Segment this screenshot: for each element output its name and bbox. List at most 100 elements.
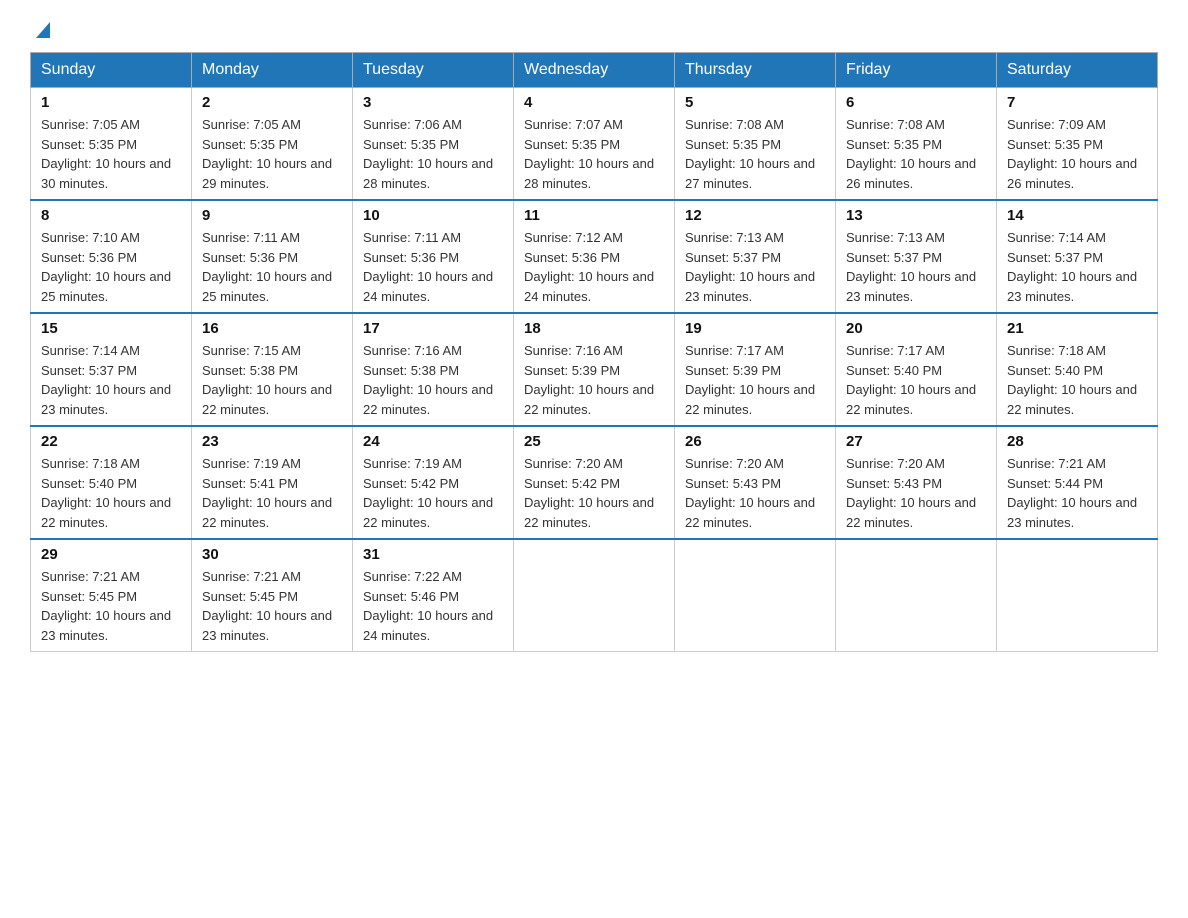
- calendar-day-cell: 1 Sunrise: 7:05 AMSunset: 5:35 PMDaylight…: [31, 88, 192, 201]
- calendar-week-row: 29 Sunrise: 7:21 AMSunset: 5:45 PMDayligh…: [31, 539, 1158, 652]
- calendar-day-cell: 23Sunrise: 7:19 AMSunset: 5:41 PMDayligh…: [192, 426, 353, 539]
- calendar-day-cell: 13 Sunrise: 7:13 AMSunset: 5:37 PMDayligh…: [836, 200, 997, 313]
- calendar-header-row: SundayMondayTuesdayWednesdayThursdayFrid…: [31, 53, 1158, 88]
- day-info: Sunrise: 7:18 AMSunset: 5:40 PMDaylight:…: [41, 454, 181, 532]
- column-header-wednesday: Wednesday: [514, 53, 675, 88]
- day-number: 21: [1007, 320, 1147, 337]
- column-header-thursday: Thursday: [675, 53, 836, 88]
- day-number: 14: [1007, 207, 1147, 224]
- calendar-day-cell: 6 Sunrise: 7:08 AMSunset: 5:35 PMDaylight…: [836, 88, 997, 201]
- calendar-day-cell: 3 Sunrise: 7:06 AMSunset: 5:35 PMDaylight…: [353, 88, 514, 201]
- day-info: Sunrise: 7:19 AMSunset: 5:41 PMDaylight:…: [202, 454, 342, 532]
- day-info: Sunrise: 7:09 AMSunset: 5:35 PMDaylight:…: [1007, 115, 1147, 193]
- day-number: 10: [363, 207, 503, 224]
- calendar-day-cell: 5 Sunrise: 7:08 AMSunset: 5:35 PMDaylight…: [675, 88, 836, 201]
- calendar-day-cell: 30 Sunrise: 7:21 AMSunset: 5:45 PMDayligh…: [192, 539, 353, 652]
- calendar-week-row: 1 Sunrise: 7:05 AMSunset: 5:35 PMDaylight…: [31, 88, 1158, 201]
- day-info: Sunrise: 7:21 AMSunset: 5:45 PMDaylight:…: [202, 567, 342, 645]
- day-number: 26: [685, 433, 825, 450]
- calendar-day-cell: 2 Sunrise: 7:05 AMSunset: 5:35 PMDaylight…: [192, 88, 353, 201]
- calendar-day-cell: 28 Sunrise: 7:21 AMSunset: 5:44 PMDayligh…: [997, 426, 1158, 539]
- day-number: 11: [524, 207, 664, 224]
- day-number: 28: [1007, 433, 1147, 450]
- day-info: Sunrise: 7:16 AMSunset: 5:38 PMDaylight:…: [363, 341, 503, 419]
- day-info: Sunrise: 7:06 AMSunset: 5:35 PMDaylight:…: [363, 115, 503, 193]
- calendar-day-cell: 21 Sunrise: 7:18 AMSunset: 5:40 PMDayligh…: [997, 313, 1158, 426]
- day-number: 24: [363, 433, 503, 450]
- calendar-day-cell: 25Sunrise: 7:20 AMSunset: 5:42 PMDayligh…: [514, 426, 675, 539]
- calendar-day-cell: 17 Sunrise: 7:16 AMSunset: 5:38 PMDayligh…: [353, 313, 514, 426]
- column-header-monday: Monday: [192, 53, 353, 88]
- calendar-day-cell: 16 Sunrise: 7:15 AMSunset: 5:38 PMDayligh…: [192, 313, 353, 426]
- calendar-day-cell: 8 Sunrise: 7:10 AMSunset: 5:36 PMDaylight…: [31, 200, 192, 313]
- calendar-day-cell: 10 Sunrise: 7:11 AMSunset: 5:36 PMDayligh…: [353, 200, 514, 313]
- day-number: 4: [524, 94, 664, 111]
- day-number: 8: [41, 207, 181, 224]
- column-header-saturday: Saturday: [997, 53, 1158, 88]
- day-number: 2: [202, 94, 342, 111]
- calendar-day-cell: 15 Sunrise: 7:14 AMSunset: 5:37 PMDayligh…: [31, 313, 192, 426]
- day-info: Sunrise: 7:13 AMSunset: 5:37 PMDaylight:…: [846, 228, 986, 306]
- day-number: 17: [363, 320, 503, 337]
- day-info: Sunrise: 7:20 AMSunset: 5:42 PMDaylight:…: [524, 454, 664, 532]
- day-info: Sunrise: 7:15 AMSunset: 5:38 PMDaylight:…: [202, 341, 342, 419]
- calendar-day-cell: 22 Sunrise: 7:18 AMSunset: 5:40 PMDayligh…: [31, 426, 192, 539]
- calendar-day-cell: [836, 539, 997, 652]
- calendar-week-row: 22 Sunrise: 7:18 AMSunset: 5:40 PMDayligh…: [31, 426, 1158, 539]
- day-number: 15: [41, 320, 181, 337]
- day-info: Sunrise: 7:22 AMSunset: 5:46 PMDaylight:…: [363, 567, 503, 645]
- calendar-day-cell: 4 Sunrise: 7:07 AMSunset: 5:35 PMDaylight…: [514, 88, 675, 201]
- logo-triangle-icon: [32, 18, 54, 40]
- calendar-day-cell: 7 Sunrise: 7:09 AMSunset: 5:35 PMDaylight…: [997, 88, 1158, 201]
- column-header-friday: Friday: [836, 53, 997, 88]
- day-info: Sunrise: 7:10 AMSunset: 5:36 PMDaylight:…: [41, 228, 181, 306]
- day-info: Sunrise: 7:21 AMSunset: 5:44 PMDaylight:…: [1007, 454, 1147, 532]
- day-number: 16: [202, 320, 342, 337]
- day-info: Sunrise: 7:08 AMSunset: 5:35 PMDaylight:…: [846, 115, 986, 193]
- day-info: Sunrise: 7:07 AMSunset: 5:35 PMDaylight:…: [524, 115, 664, 193]
- day-info: Sunrise: 7:14 AMSunset: 5:37 PMDaylight:…: [41, 341, 181, 419]
- day-number: 30: [202, 546, 342, 563]
- day-number: 7: [1007, 94, 1147, 111]
- day-number: 31: [363, 546, 503, 563]
- day-number: 1: [41, 94, 181, 111]
- day-info: Sunrise: 7:11 AMSunset: 5:36 PMDaylight:…: [363, 228, 503, 306]
- day-info: Sunrise: 7:19 AMSunset: 5:42 PMDaylight:…: [363, 454, 503, 532]
- calendar-day-cell: 14Sunrise: 7:14 AMSunset: 5:37 PMDayligh…: [997, 200, 1158, 313]
- calendar-week-row: 8 Sunrise: 7:10 AMSunset: 5:36 PMDaylight…: [31, 200, 1158, 313]
- page-header: [30, 20, 1158, 34]
- day-number: 5: [685, 94, 825, 111]
- day-info: Sunrise: 7:08 AMSunset: 5:35 PMDaylight:…: [685, 115, 825, 193]
- day-number: 9: [202, 207, 342, 224]
- calendar-day-cell: [514, 539, 675, 652]
- day-info: Sunrise: 7:11 AMSunset: 5:36 PMDaylight:…: [202, 228, 342, 306]
- day-number: 20: [846, 320, 986, 337]
- day-info: Sunrise: 7:13 AMSunset: 5:37 PMDaylight:…: [685, 228, 825, 306]
- calendar-day-cell: 18Sunrise: 7:16 AMSunset: 5:39 PMDayligh…: [514, 313, 675, 426]
- calendar-week-row: 15 Sunrise: 7:14 AMSunset: 5:37 PMDayligh…: [31, 313, 1158, 426]
- column-header-sunday: Sunday: [31, 53, 192, 88]
- day-info: Sunrise: 7:21 AMSunset: 5:45 PMDaylight:…: [41, 567, 181, 645]
- day-info: Sunrise: 7:18 AMSunset: 5:40 PMDaylight:…: [1007, 341, 1147, 419]
- day-info: Sunrise: 7:05 AMSunset: 5:35 PMDaylight:…: [202, 115, 342, 193]
- day-info: Sunrise: 7:05 AMSunset: 5:35 PMDaylight:…: [41, 115, 181, 193]
- day-number: 19: [685, 320, 825, 337]
- day-number: 6: [846, 94, 986, 111]
- calendar-table: SundayMondayTuesdayWednesdayThursdayFrid…: [30, 52, 1158, 652]
- day-number: 13: [846, 207, 986, 224]
- day-info: Sunrise: 7:16 AMSunset: 5:39 PMDaylight:…: [524, 341, 664, 419]
- day-info: Sunrise: 7:12 AMSunset: 5:36 PMDaylight:…: [524, 228, 664, 306]
- calendar-day-cell: 29 Sunrise: 7:21 AMSunset: 5:45 PMDayligh…: [31, 539, 192, 652]
- day-info: Sunrise: 7:17 AMSunset: 5:40 PMDaylight:…: [846, 341, 986, 419]
- calendar-day-cell: 26Sunrise: 7:20 AMSunset: 5:43 PMDayligh…: [675, 426, 836, 539]
- calendar-day-cell: 24 Sunrise: 7:19 AMSunset: 5:42 PMDayligh…: [353, 426, 514, 539]
- day-number: 12: [685, 207, 825, 224]
- day-number: 29: [41, 546, 181, 563]
- calendar-day-cell: 9 Sunrise: 7:11 AMSunset: 5:36 PMDaylight…: [192, 200, 353, 313]
- day-info: Sunrise: 7:20 AMSunset: 5:43 PMDaylight:…: [846, 454, 986, 532]
- calendar-day-cell: 19Sunrise: 7:17 AMSunset: 5:39 PMDayligh…: [675, 313, 836, 426]
- logo: [30, 20, 54, 34]
- day-number: 3: [363, 94, 503, 111]
- day-number: 27: [846, 433, 986, 450]
- day-number: 22: [41, 433, 181, 450]
